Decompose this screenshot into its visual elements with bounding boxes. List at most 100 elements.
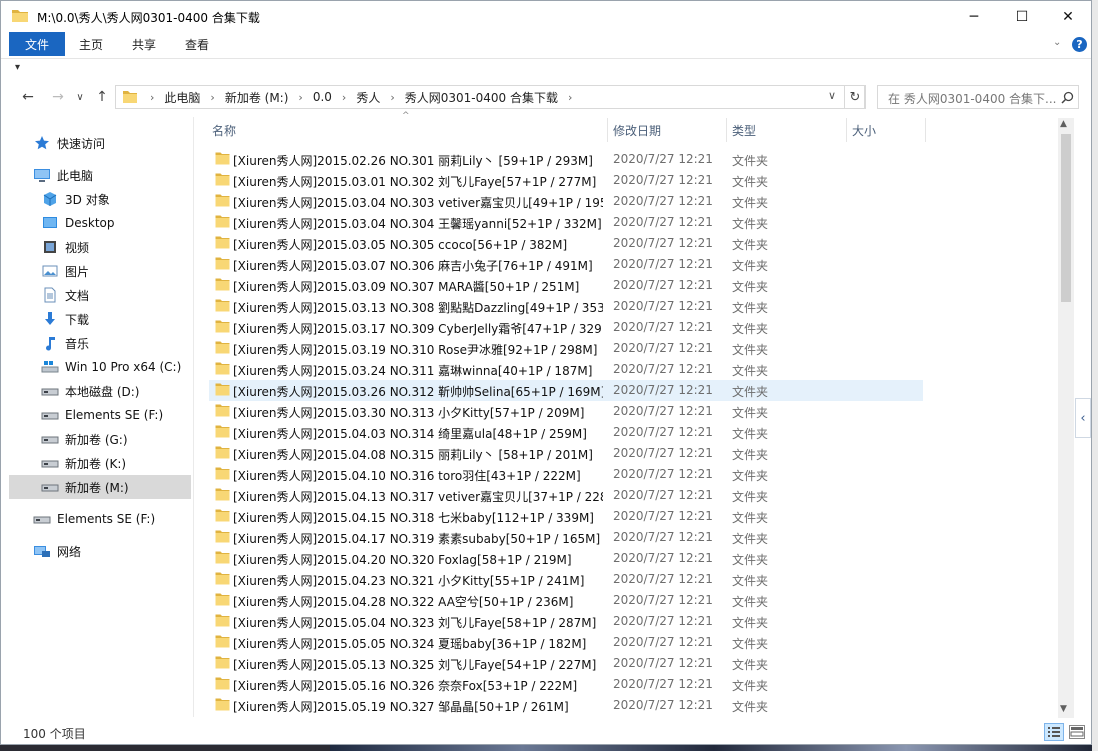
tab-share[interactable]: 共享	[132, 32, 156, 56]
sidebar-item[interactable]: Elements SE (F:)	[9, 507, 191, 531]
file-row[interactable]: [Xiuren秀人网]2015.03.04 NO.303 vetiver嘉宝贝儿…	[209, 191, 923, 212]
file-row[interactable]: [Xiuren秀人网]2015.03.17 NO.309 CyberJelly霜…	[209, 317, 923, 338]
expand-pane-button[interactable]: ‹	[1075, 398, 1091, 438]
file-row[interactable]: [Xiuren秀人网]2015.03.07 NO.306 麻吉小兔子[76+1P…	[209, 254, 923, 275]
large-icons-view-button[interactable]	[1069, 725, 1085, 739]
sidebar-item[interactable]: 音乐	[9, 331, 191, 355]
breadcrumb-separator-icon[interactable]: ›	[390, 91, 394, 104]
file-modified-date: 2020/7/27 12:21	[613, 215, 713, 229]
sidebar-item[interactable]: Desktop	[9, 211, 191, 235]
file-row[interactable]: [Xiuren秀人网]2015.04.28 NO.322 AA空兮[50+1P …	[209, 590, 923, 611]
up-button[interactable]: ↑	[91, 87, 113, 107]
breadcrumb-item[interactable]: 此电脑	[164, 89, 200, 106]
column-header-name[interactable]: 名称	[212, 118, 606, 142]
sidebar-item[interactable]: 新加卷 (K:)	[9, 451, 191, 475]
file-row[interactable]: [Xiuren秀人网]2015.03.13 NO.308 劉點點Dazzling…	[209, 296, 923, 317]
file-modified-date: 2020/7/27 12:21	[613, 299, 713, 313]
breadcrumb-separator-icon[interactable]: ›	[298, 91, 302, 104]
vertical-scrollbar[interactable]: ▲ ▼	[1058, 118, 1074, 718]
file-type: 文件夹	[732, 490, 769, 504]
column-header-modified[interactable]: 修改日期	[613, 118, 725, 142]
file-row[interactable]: [Xiuren秀人网]2015.03.26 NO.312 靳帅帅Selina[6…	[209, 380, 923, 401]
maximize-button[interactable]: ☐	[999, 1, 1045, 32]
file-row[interactable]: [Xiuren秀人网]2015.03.05 NO.305 ccoco[56+1P…	[209, 233, 923, 254]
breadcrumb-separator-icon[interactable]: ›	[150, 91, 154, 104]
column-header-type[interactable]: 类型	[732, 118, 844, 142]
breadcrumb-separator-icon[interactable]: ›	[568, 91, 572, 104]
file-row[interactable]: [Xiuren秀人网]2015.05.04 NO.323 刘飞儿Faye[58+…	[209, 611, 923, 632]
folder-icon	[215, 341, 230, 354]
address-dropdown-icon[interactable]: ∨	[828, 89, 836, 102]
column-divider[interactable]	[925, 118, 926, 142]
file-row[interactable]: [Xiuren秀人网]2015.03.04 NO.304 王馨瑶yanni[52…	[209, 212, 923, 233]
sidebar-item[interactable]: 3D 对象	[9, 187, 191, 211]
sidebar-item[interactable]: 快速访问	[9, 131, 191, 155]
quick-access-toolbar-dropdown[interactable]: ▾	[15, 62, 20, 73]
scroll-up-icon[interactable]: ▲	[1060, 119, 1067, 129]
forward-button[interactable]: →	[47, 87, 69, 107]
file-row[interactable]: [Xiuren秀人网]2015.02.26 NO.301 丽莉Lily丶 [59…	[209, 149, 923, 170]
folder-icon	[123, 91, 137, 103]
details-view-button[interactable]	[1044, 723, 1064, 741]
file-row[interactable]: [Xiuren秀人网]2015.04.10 NO.316 toro羽住[43+1…	[209, 464, 923, 485]
file-row[interactable]: [Xiuren秀人网]2015.05.05 NO.324 夏瑶baby[36+1…	[209, 632, 923, 653]
sidebar-item[interactable]: 此电脑	[9, 163, 191, 187]
sidebar-item[interactable]: 视频	[9, 235, 191, 259]
file-row[interactable]: [Xiuren秀人网]2015.04.08 NO.315 丽莉Lily丶 [58…	[209, 443, 923, 464]
file-row[interactable]: [Xiuren秀人网]2015.04.03 NO.314 绮里嘉ula[48+1…	[209, 422, 923, 443]
column-divider[interactable]	[607, 118, 608, 142]
column-header-size[interactable]: 大小	[852, 118, 924, 142]
file-row[interactable]: [Xiuren秀人网]2015.03.24 NO.311 嘉琳winna[40+…	[209, 359, 923, 380]
minimize-button[interactable]: ─	[951, 1, 997, 32]
file-row[interactable]: [Xiuren秀人网]2015.04.17 NO.319 素素subaby[50…	[209, 527, 923, 548]
drive-icon	[41, 431, 59, 447]
file-row[interactable]: [Xiuren秀人网]2015.03.01 NO.302 刘飞儿Faye[57+…	[209, 170, 923, 191]
address-bar[interactable]: › 此电脑 › 新加卷 (M:) › 0.0 › 秀人 › 秀人网0301-0400 合集下载 › …	[115, 85, 865, 109]
file-row[interactable]: [Xiuren秀人网]2015.03.30 NO.313 小夕Kitty[57+…	[209, 401, 923, 422]
breadcrumb-item[interactable]: 秀人	[356, 89, 380, 106]
sidebar-item[interactable]: Win 10 Pro x64 (C:)	[9, 355, 191, 379]
sidebar-item[interactable]: 新加卷 (G:)	[9, 427, 191, 451]
file-row[interactable]: [Xiuren秀人网]2015.05.16 NO.326 奈奈Fox[53+1P…	[209, 674, 923, 695]
file-row[interactable]: [Xiuren秀人网]2015.04.20 NO.320 Foxlag[58+1…	[209, 548, 923, 569]
file-row[interactable]: [Xiuren秀人网]2015.04.15 NO.318 七米baby[112+…	[209, 506, 923, 527]
file-row[interactable]: [Xiuren秀人网]2015.05.13 NO.325 刘飞儿Faye[54+…	[209, 653, 923, 674]
music-icon	[41, 335, 59, 351]
back-button[interactable]: ←	[17, 87, 39, 107]
sidebar-item[interactable]: Elements SE (F:)	[9, 403, 191, 427]
file-row[interactable]: [Xiuren秀人网]2015.03.09 NO.307 MARA醬[50+1P…	[209, 275, 923, 296]
file-name: [Xiuren秀人网]2015.04.23 NO.321 小夕Kitty[55+…	[233, 574, 585, 588]
file-row[interactable]: [Xiuren秀人网]2015.04.23 NO.321 小夕Kitty[55+…	[209, 569, 923, 590]
tab-home[interactable]: 主页	[79, 32, 103, 56]
sidebar-item[interactable]: 图片	[9, 259, 191, 283]
recent-locations-button[interactable]: ∨	[69, 87, 91, 107]
folder-icon	[215, 446, 230, 459]
breadcrumb-item[interactable]: 秀人网0301-0400 合集下载	[405, 89, 558, 106]
column-divider[interactable]	[726, 118, 727, 142]
help-icon[interactable]: ?	[1072, 37, 1087, 52]
tab-file[interactable]: 文件	[9, 32, 65, 56]
close-button[interactable]: ✕	[1045, 1, 1091, 32]
tab-view[interactable]: 查看	[185, 32, 209, 56]
scroll-down-icon[interactable]: ▼	[1060, 704, 1067, 714]
search-input[interactable]: 在 秀人网0301-0400 合集下...	[877, 85, 1079, 109]
breadcrumb-separator-icon[interactable]: ›	[210, 91, 214, 104]
chevron-down-icon[interactable]: ⌄	[1053, 37, 1061, 48]
breadcrumb-item[interactable]: 新加卷 (M:)	[225, 89, 289, 106]
sidebar-item[interactable]: 下载	[9, 307, 191, 331]
sidebar-item[interactable]: 网络	[9, 539, 191, 563]
sidebar-item[interactable]: 新加卷 (M:)	[9, 475, 191, 499]
sidebar-item-label: 文档	[65, 288, 90, 303]
search-icon[interactable]	[1061, 91, 1074, 104]
file-row[interactable]: [Xiuren秀人网]2015.03.19 NO.310 Rose尹冰雅[92+…	[209, 338, 923, 359]
file-row[interactable]: [Xiuren秀人网]2015.05.19 NO.327 邹晶晶[50+1P /…	[209, 695, 923, 716]
breadcrumb-separator-icon[interactable]: ›	[342, 91, 346, 104]
scrollbar-thumb[interactable]	[1061, 134, 1071, 302]
breadcrumb-item[interactable]: 0.0	[313, 90, 332, 104]
sidebar-item[interactable]: 文档	[9, 283, 191, 307]
column-divider[interactable]	[846, 118, 847, 142]
file-row[interactable]: [Xiuren秀人网]2015.04.13 NO.317 vetiver嘉宝贝儿…	[209, 485, 923, 506]
sidebar-item[interactable]: 本地磁盘 (D:)	[9, 379, 191, 403]
file-type: 文件夹	[732, 385, 769, 399]
refresh-button[interactable]: ↻	[844, 85, 866, 109]
